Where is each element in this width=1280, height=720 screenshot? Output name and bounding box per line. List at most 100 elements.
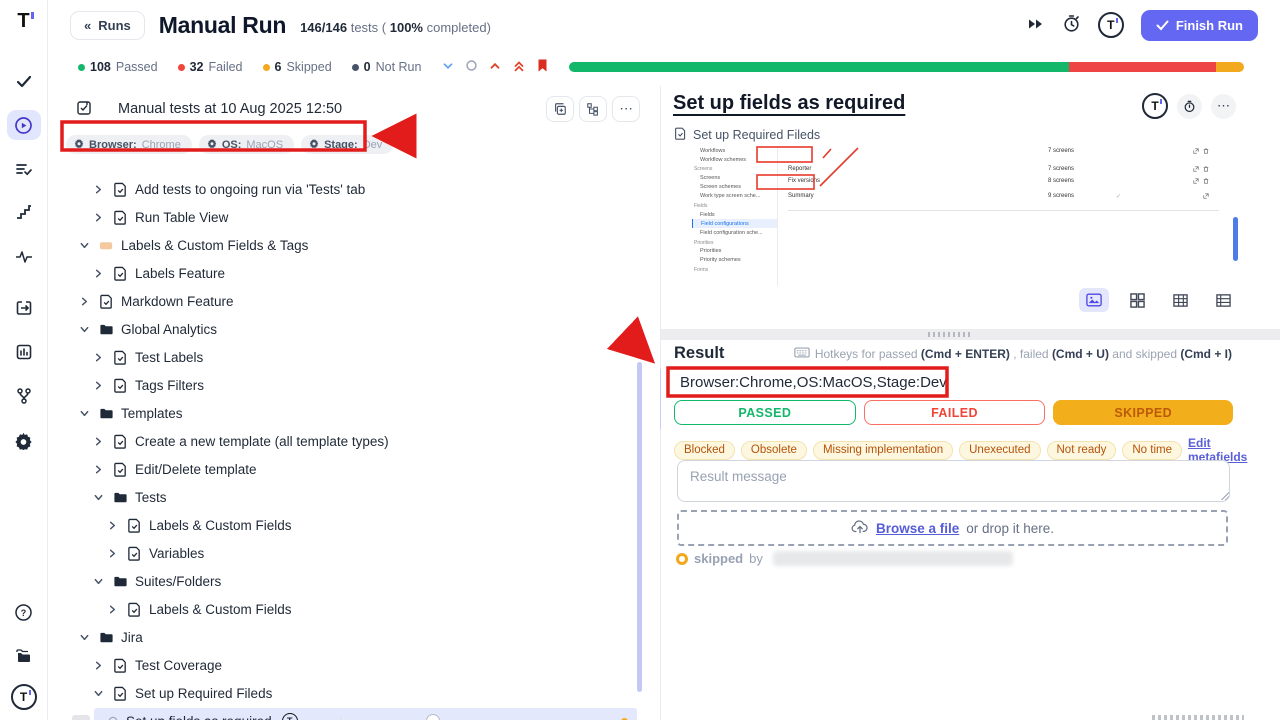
user-avatar[interactable]: T <box>11 684 37 710</box>
passed-button[interactable]: PASSED <box>674 400 856 425</box>
chevron-down-icon[interactable] <box>78 324 91 335</box>
chevron-right-icon[interactable] <box>78 296 91 307</box>
tree-item[interactable]: Test Coverage <box>48 651 660 679</box>
attachment-preview[interactable]: WorkflowsWorkflow schemesScreensScreensS… <box>673 144 1235 288</box>
activity-icon[interactable] <box>7 242 41 272</box>
stat-failed[interactable]: 32Failed <box>178 60 243 74</box>
tree-item[interactable]: Labels & Custom Fields & Tags <box>48 231 660 259</box>
file-upload-dropzone[interactable]: Browse a file or drop it here. <box>677 510 1228 546</box>
tree-item[interactable]: Templates <box>48 399 660 427</box>
grid-view-icon[interactable] <box>1122 288 1152 312</box>
stat-not-run[interactable]: 0Not Run <box>352 60 422 74</box>
meta-tag-not-ready[interactable]: Not ready <box>1047 441 1117 460</box>
back-runs-button[interactable]: «Runs <box>70 11 145 40</box>
meta-tag-missing-implementation[interactable]: Missing implementation <box>813 441 953 460</box>
tests-icon[interactable] <box>7 66 41 96</box>
chevron-right-icon[interactable] <box>106 520 119 531</box>
tree-item[interactable]: Jira <box>48 623 660 651</box>
browse-file-link[interactable]: Browse a file <box>876 521 959 536</box>
tree-item[interactable]: Labels & Custom Fields <box>48 511 660 539</box>
stat-passed[interactable]: 108Passed <box>78 60 158 74</box>
skipped-button[interactable]: SKIPPED <box>1053 400 1233 425</box>
chevron-right-icon[interactable] <box>92 380 105 391</box>
projects-icon[interactable] <box>7 641 41 671</box>
config-tag-browser[interactable]: Browser:Chrome <box>66 135 192 154</box>
import-icon[interactable] <box>7 293 41 323</box>
tree-item[interactable]: Create a new template (all template type… <box>48 427 660 455</box>
chevron-right-icon[interactable] <box>92 352 105 363</box>
chevron-right-icon[interactable] <box>92 464 105 475</box>
tree-scrollbar[interactable] <box>637 362 642 692</box>
chevron-down-icon[interactable] <box>78 408 91 419</box>
tree-item[interactable]: Labels Feature <box>48 259 660 287</box>
tree-item[interactable]: Global Analytics <box>48 315 660 343</box>
tree-item[interactable]: Suites/Folders <box>48 567 660 595</box>
meta-tag-no-time[interactable]: No time <box>1122 441 1182 460</box>
bookmark-icon[interactable] <box>536 58 549 76</box>
more-options-button[interactable]: ⋯ <box>1211 94 1236 119</box>
chevron-down-icon[interactable] <box>92 576 105 587</box>
tree-item[interactable]: Markdown Feature <box>48 287 660 315</box>
chevron-right-icon[interactable] <box>92 184 105 195</box>
test-circle-icon[interactable] <box>106 715 119 720</box>
stat-skipped[interactable]: 6Skipped <box>263 60 332 74</box>
copy-add-button[interactable] <box>546 96 574 122</box>
failed-button[interactable]: FAILED <box>864 400 1046 425</box>
config-tag-os[interactable]: OS:MacOS <box>199 135 294 154</box>
chevron-down-icon[interactable] <box>78 240 91 251</box>
list-view-icon[interactable] <box>1208 288 1238 312</box>
stopwatch-button[interactable] <box>1177 94 1202 119</box>
tree-item[interactable]: Run Table View <box>48 203 660 231</box>
user-avatar[interactable]: T <box>1098 12 1124 38</box>
tree-item[interactable]: Tests <box>48 483 660 511</box>
jump-top-icon[interactable] <box>512 59 526 76</box>
image-view-icon[interactable] <box>1079 288 1109 312</box>
timer-icon[interactable] <box>1062 14 1081 36</box>
help-icon[interactable]: ? <box>7 597 41 627</box>
fast-forward-icon[interactable] <box>1027 17 1045 34</box>
tree-item[interactable]: Set up Required Fileds <box>48 679 660 707</box>
chevron-down-icon[interactable] <box>92 492 105 503</box>
tree-item[interactable]: Variables <box>48 539 660 567</box>
branch-icon[interactable] <box>7 381 41 411</box>
table-view-icon[interactable] <box>1165 288 1195 312</box>
chevron-down-icon[interactable] <box>78 632 91 643</box>
collapse-chevron-down-icon[interactable] <box>441 59 455 76</box>
jump-up-icon[interactable] <box>488 59 502 76</box>
meta-tag-obsolete[interactable]: Obsolete <box>741 441 807 460</box>
assignee-avatar[interactable]: T <box>1142 93 1168 119</box>
tree-item[interactable]: Tags Filters <box>48 371 660 399</box>
result-value-input[interactable]: Browser:Chrome,OS:MacOS,Stage:Dev <box>671 369 947 395</box>
drag-handle-icon[interactable] <box>928 332 972 337</box>
chevron-right-icon[interactable] <box>92 212 105 223</box>
suite-breadcrumb[interactable]: Set up Required Fileds <box>693 128 820 142</box>
textarea-resize-handle[interactable] <box>1221 492 1229 500</box>
attachment-scrollbar[interactable] <box>1233 217 1238 261</box>
more-options-button[interactable]: ⋯ <box>612 96 640 122</box>
tree-item[interactable]: Set up fields as requiredT <box>48 707 660 720</box>
meta-tag-blocked[interactable]: Blocked <box>674 441 735 460</box>
plans-icon[interactable] <box>7 154 41 184</box>
chevron-down-icon[interactable] <box>92 688 105 699</box>
tree-item[interactable]: Add tests to ongoing run via 'Tests' tab <box>48 175 660 203</box>
tree-item[interactable]: Labels & Custom Fields <box>48 595 660 623</box>
tree-item[interactable]: Edit/Delete template <box>48 455 660 483</box>
circle-marker-icon[interactable] <box>465 59 478 75</box>
tree-view-button[interactable] <box>579 96 607 122</box>
chevron-right-icon[interactable] <box>92 436 105 447</box>
result-message-input[interactable] <box>677 460 1230 502</box>
chevron-right-icon[interactable] <box>92 268 105 279</box>
analytics-icon[interactable] <box>7 337 41 367</box>
runs-icon[interactable] <box>7 110 41 140</box>
chevron-right-icon[interactable] <box>106 604 119 615</box>
finish-run-button[interactable]: Finish Run <box>1141 10 1258 41</box>
tree-item[interactable]: Test Labels <box>48 343 660 371</box>
app-logo[interactable]: T <box>17 10 29 33</box>
settings-gear-icon[interactable] <box>7 425 41 455</box>
meta-tag-unexecuted[interactable]: Unexecuted <box>959 441 1040 460</box>
config-tag-stage[interactable]: Stage:Dev <box>301 135 393 154</box>
chevron-right-icon[interactable] <box>92 660 105 671</box>
steps-icon[interactable] <box>7 198 41 228</box>
test-title[interactable]: Set up fields as required <box>673 92 905 115</box>
resize-divider[interactable] <box>661 329 1280 340</box>
